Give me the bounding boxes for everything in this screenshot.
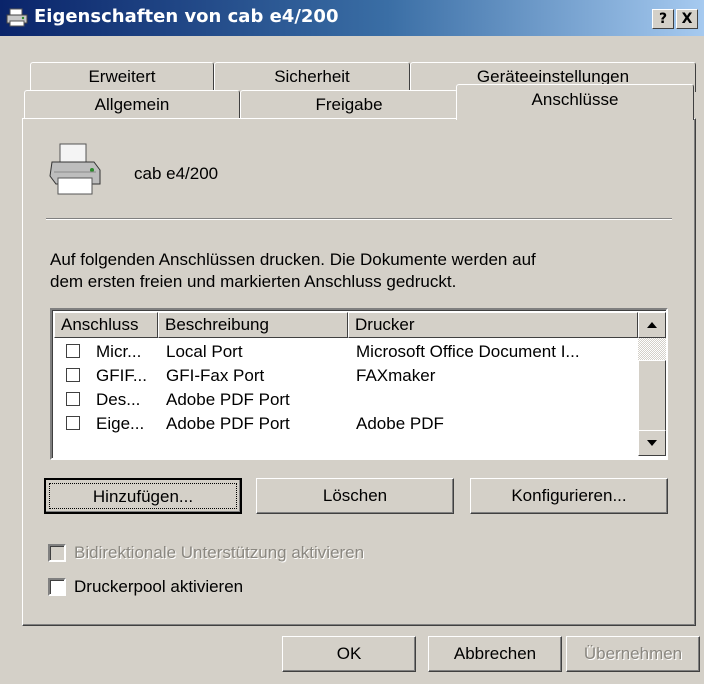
port-checkbox[interactable] — [66, 368, 80, 382]
printer-pool-checkbox[interactable] — [48, 578, 66, 596]
printer-window-icon — [6, 8, 28, 28]
apply-button[interactable]: Übernehmen — [566, 636, 700, 672]
port-name: GFIF... — [96, 366, 147, 385]
arrow-down-icon — [647, 440, 657, 446]
port-checkbox[interactable] — [66, 416, 80, 430]
port-description: Local Port — [166, 342, 243, 361]
port-description: Adobe PDF Port — [166, 390, 290, 409]
port-printer: Adobe PDF — [356, 414, 444, 433]
description-line-1: Auf folgenden Anschlüssen drucken. Die D… — [50, 250, 536, 269]
window-title: Eigenschaften von cab e4/200 — [34, 6, 339, 27]
list-item[interactable]: Micr... Local Port Microsoft Office Docu… — [54, 341, 638, 363]
port-name: Des... — [96, 390, 141, 409]
list-item[interactable]: Des... Adobe PDF Port — [54, 389, 638, 411]
title-bar[interactable]: Eigenschaften von cab e4/200 ? X — [0, 0, 704, 36]
port-name: Eige... — [96, 414, 145, 433]
tab-sicherheit[interactable]: Sicherheit — [214, 62, 410, 92]
tab-freigabe[interactable]: Freigabe — [240, 90, 458, 120]
add-port-button[interactable]: Hinzufügen... — [44, 478, 242, 514]
configure-port-button[interactable]: Konfigurieren... — [470, 478, 668, 514]
bidirectional-checkbox[interactable] — [48, 544, 66, 562]
bidirectional-label: Bidirektionale Unterstützung aktivieren — [74, 543, 365, 562]
printer-icon — [46, 140, 102, 200]
port-list[interactable]: Anschluss Beschreibung Drucker Micr... L… — [50, 308, 668, 460]
ok-button[interactable]: OK — [282, 636, 416, 672]
tab-erweitert[interactable]: Erweitert — [30, 62, 214, 92]
cancel-button[interactable]: Abbrechen — [428, 636, 562, 672]
port-checkbox[interactable] — [66, 344, 80, 358]
description-line-2: dem ersten freien und markierten Anschlu… — [50, 272, 457, 291]
port-checkbox[interactable] — [66, 392, 80, 406]
port-description: Adobe PDF Port — [166, 414, 290, 433]
scroll-up-button[interactable] — [638, 312, 666, 338]
port-printer: FAXmaker — [356, 366, 436, 385]
column-header-anschluss[interactable]: Anschluss — [54, 312, 158, 338]
port-printer: Microsoft Office Document I... — [356, 342, 580, 361]
scroll-thumb[interactable] — [638, 360, 666, 434]
help-button[interactable]: ? — [652, 9, 674, 29]
port-description: GFI-Fax Port — [166, 366, 265, 385]
vertical-scrollbar[interactable] — [638, 312, 666, 456]
close-button[interactable]: X — [676, 9, 698, 29]
close-icon: X — [681, 11, 693, 27]
printer-pool-label: Druckerpool aktivieren — [74, 577, 244, 596]
list-item[interactable]: GFIF... GFI-Fax Port FAXmaker — [54, 365, 638, 387]
printer-name: cab e4/200 — [134, 164, 219, 183]
arrow-up-icon — [647, 322, 657, 328]
port-name: Micr... — [96, 342, 142, 361]
column-header-drucker[interactable]: Drucker — [348, 312, 638, 338]
separator — [46, 218, 672, 220]
tab-anschluesse[interactable]: Anschlüsse — [456, 84, 694, 120]
tab-allgemein[interactable]: Allgemein — [24, 90, 240, 120]
delete-port-button[interactable]: Löschen — [256, 478, 454, 514]
column-header-beschreibung[interactable]: Beschreibung — [158, 312, 348, 338]
scroll-down-button[interactable] — [638, 430, 666, 456]
list-item[interactable]: Eige... Adobe PDF Port Adobe PDF — [54, 413, 638, 435]
